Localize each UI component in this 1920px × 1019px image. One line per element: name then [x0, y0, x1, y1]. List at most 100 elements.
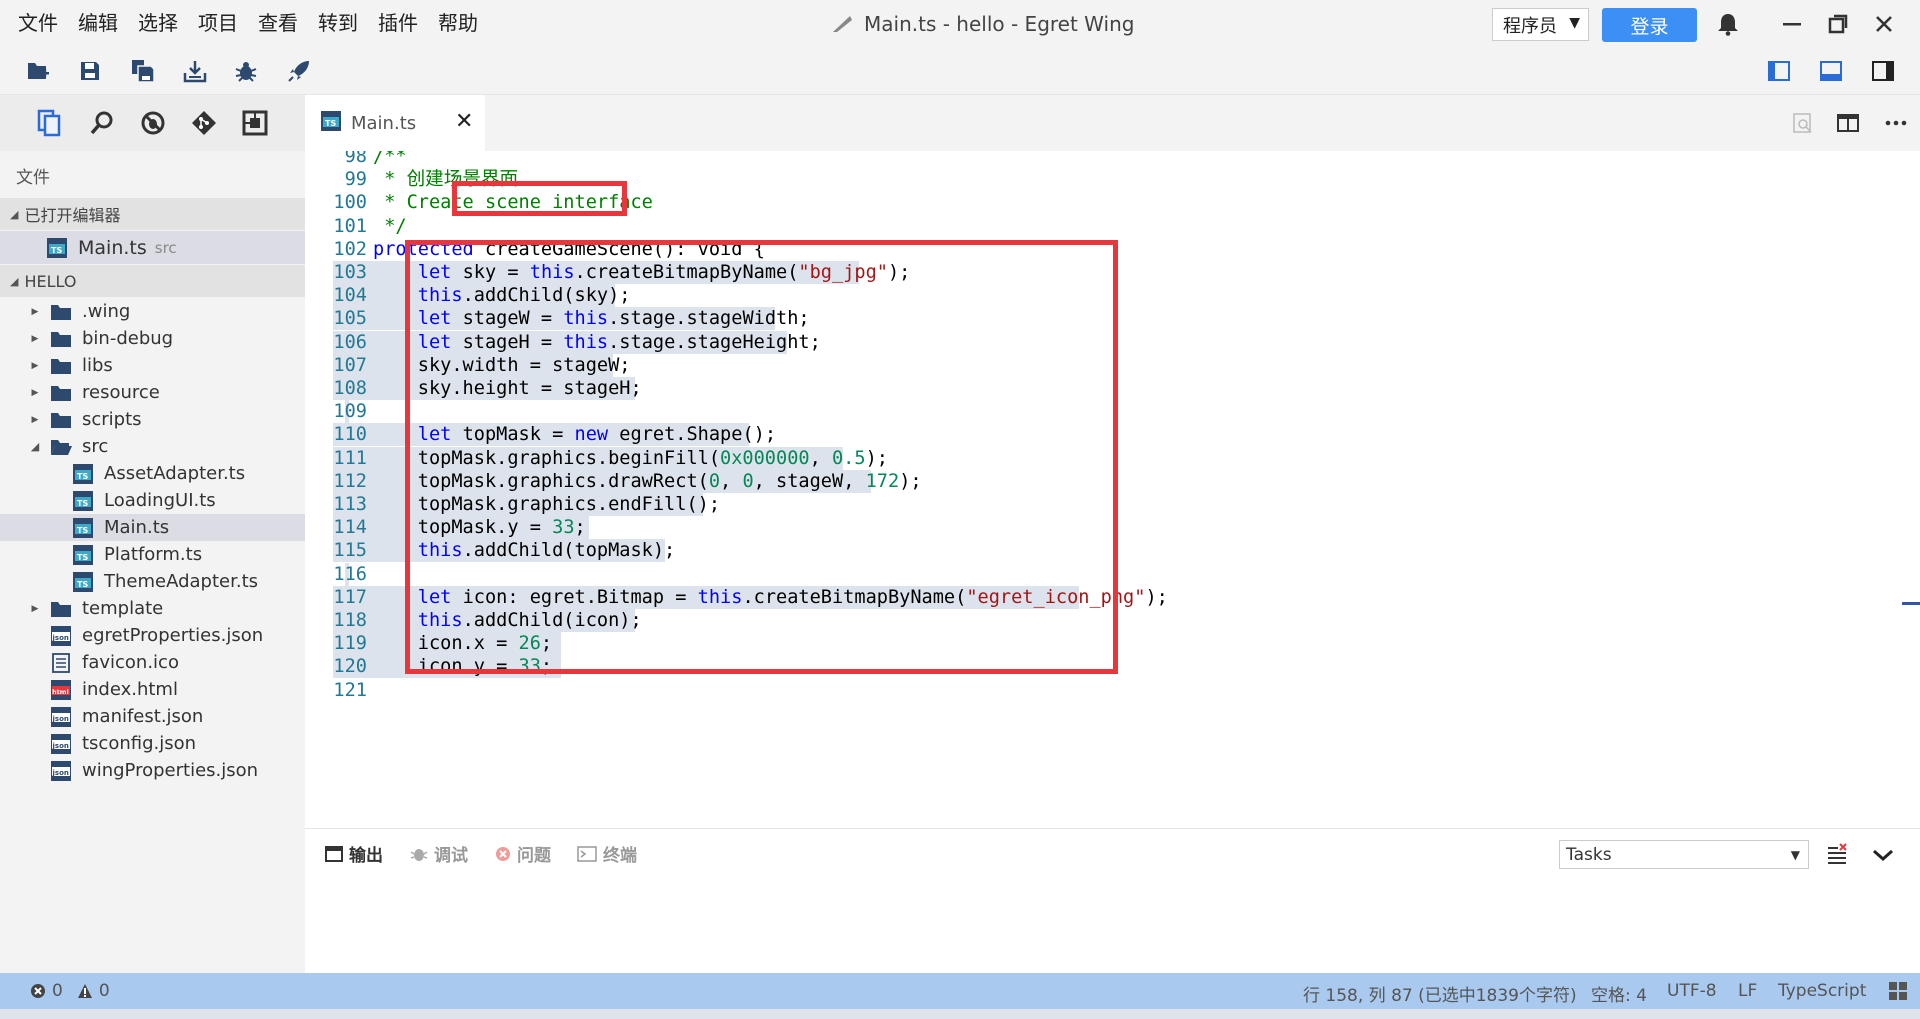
folder-open-icon: [50, 437, 72, 457]
search-icon[interactable]: [86, 107, 118, 139]
panel-tab-terminal[interactable]: 终端: [577, 841, 637, 866]
tree-item[interactable]: TS AssetAdapter.ts: [0, 460, 305, 487]
tree-item[interactable]: TS ThemeAdapter.ts: [0, 568, 305, 595]
tree-item[interactable]: ▶ scripts: [0, 406, 305, 433]
panel-tab-problems-label: 问题: [517, 846, 551, 866]
activity-bar: [0, 95, 305, 151]
open-editors-header[interactable]: ◢ 已打开编辑器: [0, 198, 305, 230]
tree-item-label: wingProperties.json: [82, 760, 259, 781]
line-number: 114: [333, 517, 367, 539]
explorer-icon[interactable]: [33, 107, 65, 139]
tree-item[interactable]: json wingProperties.json: [0, 757, 305, 784]
menu-selection[interactable]: 选择: [128, 0, 188, 47]
menu-file[interactable]: 文件: [8, 0, 68, 47]
run-rocket-icon[interactable]: [286, 58, 312, 84]
save-all-icon[interactable]: [130, 58, 156, 84]
line-number: 98: [344, 151, 367, 167]
more-actions-icon[interactable]: [1883, 112, 1909, 134]
tree-item-label: resource: [82, 382, 160, 403]
menu-edit[interactable]: 编辑: [68, 0, 128, 47]
git-icon[interactable]: [188, 107, 220, 139]
minimize-icon[interactable]: [1780, 12, 1804, 36]
panel-tab-debug[interactable]: 调试: [410, 841, 468, 866]
line-ending[interactable]: LF: [1738, 981, 1757, 1001]
clear-output-icon[interactable]: [1825, 841, 1849, 867]
caret-right-icon: ▶: [31, 387, 39, 398]
encoding[interactable]: UTF-8: [1667, 981, 1717, 1001]
code-text: */: [373, 215, 406, 238]
tree-item[interactable]: json tsconfig.json: [0, 730, 305, 757]
code-editor[interactable]: 98/** 99 * 创建场景界面 100 * Create scene inter…: [305, 151, 1920, 828]
tree-item[interactable]: ◢ src: [0, 433, 305, 460]
tree-item[interactable]: json manifest.json: [0, 703, 305, 730]
login-button[interactable]: 登录: [1602, 8, 1697, 42]
taskbar-strip: [0, 1009, 1920, 1019]
panel-tab-problems[interactable]: 问题: [495, 841, 551, 866]
panel-tab-output[interactable]: 输出: [325, 841, 383, 866]
line-number: 117: [333, 586, 367, 608]
tab-close-icon[interactable]: ✕: [455, 109, 473, 134]
cursor-position[interactable]: 行 158, 列 87 (已选中1839个字符): [1303, 981, 1577, 1006]
tree-item-label: tsconfig.json: [82, 733, 197, 754]
close-window-icon[interactable]: [1872, 12, 1896, 36]
tree-item-label: ThemeAdapter.ts: [104, 571, 259, 592]
tree-item[interactable]: TS Platform.ts: [0, 541, 305, 568]
tree-item[interactable]: html index.html: [0, 676, 305, 703]
new-project-icon[interactable]: [25, 58, 51, 84]
tree-item[interactable]: ▶ bin-debug: [0, 325, 305, 352]
folder-icon: [50, 410, 72, 430]
tree-item-label: egretProperties.json: [82, 625, 264, 646]
tree-item[interactable]: ▶ resource: [0, 379, 305, 406]
split-editor-icon[interactable]: [1836, 112, 1860, 134]
open-editor-item[interactable]: TS Main.ts src: [0, 231, 305, 264]
open-editor-dir-label: src: [154, 238, 177, 257]
project-header-label: HELLO: [24, 271, 77, 291]
debug-icon[interactable]: [137, 107, 169, 139]
role-select-value: 程序员: [1503, 15, 1557, 37]
toggle-sidebar-icon[interactable]: [1766, 58, 1792, 84]
language-mode[interactable]: TypeScript: [1778, 981, 1866, 1001]
tree-item[interactable]: TS Main.ts: [0, 514, 305, 541]
line-number: 104: [333, 285, 367, 307]
publish-icon[interactable]: [182, 58, 208, 84]
debug-bug-icon[interactable]: [233, 58, 259, 84]
tree-item[interactable]: json egretProperties.json: [0, 622, 305, 649]
tree-item[interactable]: TS LoadingUI.ts: [0, 487, 305, 514]
line-number: 103: [333, 262, 367, 283]
tree-item[interactable]: ▶ template: [0, 595, 305, 622]
tasks-select[interactable]: Tasks ▼: [1559, 840, 1809, 869]
tree-item-label: src: [82, 436, 109, 457]
html-file-icon: html: [50, 679, 72, 700]
menu-help[interactable]: 帮助: [428, 0, 488, 47]
menu-project[interactable]: 项目: [188, 0, 248, 47]
project-header[interactable]: ◢ HELLO: [0, 265, 305, 297]
tree-item[interactable]: ▶ libs: [0, 352, 305, 379]
line-number: 99: [344, 169, 367, 191]
problems-summary[interactable]: 0 0: [30, 981, 110, 1001]
svg-text:TS: TS: [77, 580, 88, 589]
tree-item[interactable]: ▶ .wing: [0, 298, 305, 325]
role-select[interactable]: 程序员 ▼: [1492, 8, 1589, 41]
collapse-panel-icon[interactable]: [1871, 843, 1895, 867]
json-file-icon: json: [50, 760, 72, 781]
explorer-sidebar: 文件 ◢ 已打开编辑器 TS Main.ts src ◢ HELLO ▶ .win…: [0, 151, 305, 973]
save-icon[interactable]: [77, 58, 103, 84]
maximize-icon[interactable]: [1826, 12, 1850, 36]
menu-view[interactable]: 查看: [248, 0, 308, 47]
caret-down-icon: ◢: [10, 207, 19, 221]
menu-plugins[interactable]: 插件: [368, 0, 428, 47]
extensions-icon[interactable]: [239, 107, 271, 139]
toggle-panel-icon[interactable]: [1818, 58, 1844, 84]
tree-item-label: template: [82, 598, 164, 619]
bell-icon[interactable]: [1716, 11, 1740, 37]
tree-item[interactable]: favicon.ico: [0, 649, 305, 676]
menu-goto[interactable]: 转到: [308, 0, 368, 47]
feedback-icon[interactable]: [1886, 979, 1910, 1003]
indentation[interactable]: 空格: 4: [1591, 981, 1647, 1006]
line-number: 120: [333, 656, 367, 678]
preview-icon[interactable]: [1792, 112, 1814, 134]
toggle-right-panel-icon[interactable]: [1870, 58, 1896, 84]
svg-text:TS: TS: [325, 119, 336, 128]
line-number: 107: [333, 354, 367, 376]
code-line: 101 */: [305, 215, 1920, 238]
